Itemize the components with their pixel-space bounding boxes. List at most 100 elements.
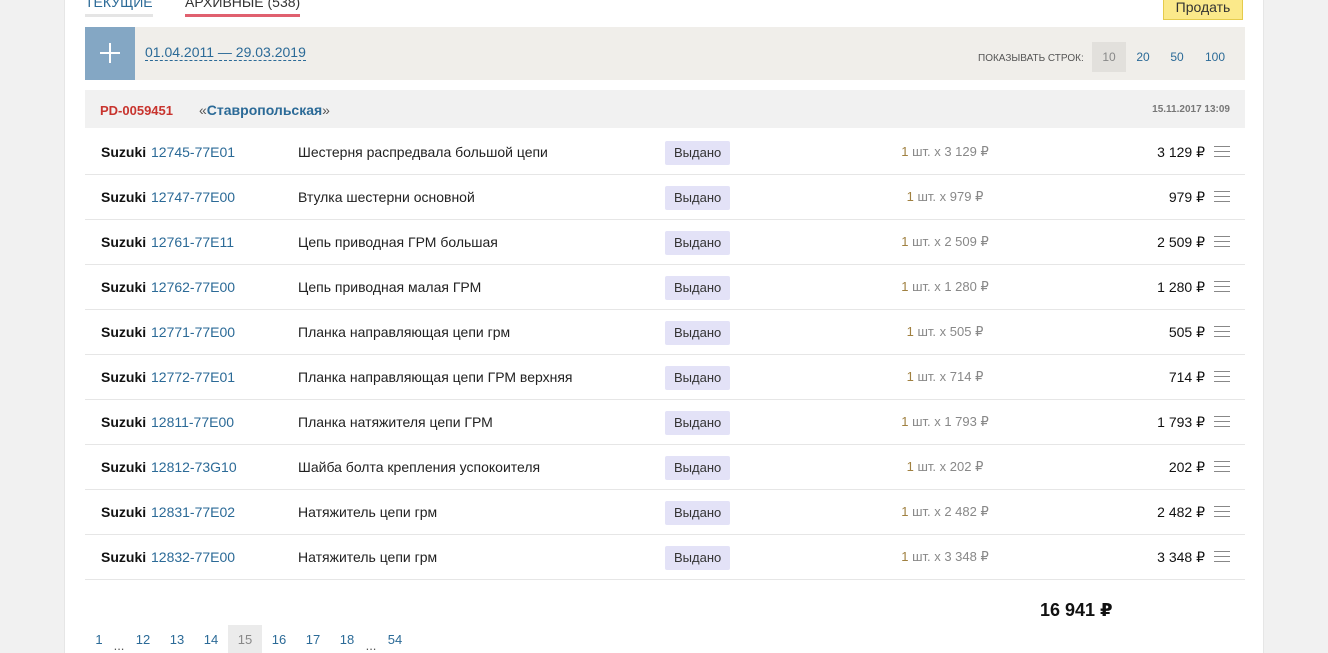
item-brand: Suzuki: [101, 549, 147, 565]
page-16[interactable]: 16: [262, 625, 296, 653]
item-brand: Suzuki: [101, 414, 147, 430]
item-brand: Suzuki: [101, 504, 147, 520]
menu-lines-icon[interactable]: [1214, 371, 1230, 383]
rows-option-10[interactable]: 10: [1092, 42, 1126, 72]
tab-archive[interactable]: АРХИВНЫЕ (538): [185, 0, 301, 17]
item-name: Натяжитель цепи грм: [298, 504, 438, 520]
page-17[interactable]: 17: [296, 625, 330, 653]
item-part-code-link[interactable]: 12747-77E00: [151, 189, 235, 205]
item-name: Втулка шестерни основной: [298, 189, 475, 205]
status-badge: Выдано: [665, 141, 731, 165]
filter-bar: 01.04.2011 — 29.03.2019 ПОКАЗЫВАТЬ СТРОК…: [85, 27, 1245, 80]
item-qty-unit-price: шт. x 714 ₽: [913, 369, 984, 384]
item-price: 1 280 ₽: [1157, 279, 1205, 295]
item-brand: Suzuki: [101, 144, 147, 160]
item-quantity: 1 шт. x 1 793 ₽: [845, 414, 1045, 430]
item-part-code-link[interactable]: 12772-77E01: [151, 369, 235, 385]
item-name: Шайба болта крепления успокоителя: [298, 459, 541, 475]
status-badge: Выдано: [665, 546, 731, 570]
item-name: Шестерня распредвала большой цепи: [298, 144, 548, 160]
store-quote-open: «: [199, 102, 207, 118]
item-price: 3 348 ₽: [1157, 549, 1205, 565]
menu-lines-icon[interactable]: [1214, 551, 1230, 563]
rows-option-100[interactable]: 100: [1197, 42, 1233, 72]
page-14[interactable]: 14: [194, 625, 228, 653]
item-quantity: 1 шт. x 1 280 ₽: [845, 279, 1045, 295]
item-qty-unit-price: шт. x 3 129 ₽: [908, 144, 989, 159]
item-name: Цепь приводная малая ГРМ: [298, 279, 482, 295]
item-part-code-link[interactable]: 12832-77E00: [151, 549, 235, 565]
item-qty-number: 1: [906, 324, 914, 339]
status-badge: Выдано: [665, 321, 731, 345]
item-quantity: 1 шт. x 3 129 ₽: [845, 144, 1045, 160]
order-header: PD-0059451 «Ставропольская» 15.11.2017 1…: [85, 90, 1245, 128]
sell-button[interactable]: Продать: [1163, 0, 1243, 20]
status-badge: Выдано: [665, 501, 731, 525]
menu-lines-icon[interactable]: [1214, 326, 1230, 338]
item-quantity: 1 шт. x 2 482 ₽: [845, 504, 1045, 520]
item-part-code-link[interactable]: 12771-77E00: [151, 324, 235, 340]
item-quantity: 1 шт. x 2 509 ₽: [845, 234, 1045, 250]
rows-option-20[interactable]: 20: [1126, 42, 1160, 72]
order-item-row: Suzuki 12762-77E00 Цепь приводная малая ГР…: [85, 265, 1245, 310]
status-badge: Выдано: [665, 231, 731, 255]
item-brand: Suzuki: [101, 459, 147, 475]
menu-lines-icon[interactable]: [1214, 236, 1230, 248]
item-quantity: 1 шт. x 979 ₽: [845, 189, 1045, 205]
order-id[interactable]: PD-0059451: [100, 103, 173, 118]
page-15[interactable]: 15: [228, 625, 262, 653]
menu-lines-icon[interactable]: [1214, 416, 1230, 428]
item-qty-number: 1: [906, 459, 914, 474]
order-date: 15.11.2017 13:09: [1152, 104, 1230, 115]
item-part-code-link[interactable]: 12812-73G10: [151, 459, 237, 475]
item-quantity: 1 шт. x 3 348 ₽: [845, 549, 1045, 565]
order-item-row: Suzuki 12812-73G10 Шайба болта крепления у…: [85, 445, 1245, 490]
page-13[interactable]: 13: [160, 625, 194, 653]
add-filter-button[interactable]: [85, 27, 135, 80]
menu-lines-icon[interactable]: [1214, 461, 1230, 473]
menu-lines-icon[interactable]: [1214, 281, 1230, 293]
menu-lines-icon[interactable]: [1214, 506, 1230, 518]
item-part-code-link[interactable]: 12761-77E11: [151, 234, 234, 250]
item-qty-unit-price: шт. x 202 ₽: [913, 459, 984, 474]
item-price: 202 ₽: [1168, 459, 1205, 475]
item-qty-unit-price: шт. x 2 509 ₽: [908, 234, 989, 249]
menu-lines-icon[interactable]: [1214, 146, 1230, 158]
store-quote-close: »: [322, 102, 330, 118]
store-name[interactable]: Ставропольская: [207, 102, 322, 118]
item-qty-unit-price: шт. x 505 ₽: [913, 324, 984, 339]
item-name: Планка направляющая цепи грм: [298, 324, 511, 340]
item-price: 2 509 ₽: [1157, 234, 1205, 250]
item-qty-number: 1: [906, 189, 914, 204]
order-store: «Ставропольская»: [199, 102, 330, 118]
item-part-code-link[interactable]: 12811-77E00: [151, 414, 234, 430]
item-brand: Suzuki: [101, 234, 147, 250]
item-part-code-link[interactable]: 12762-77E00: [151, 279, 235, 295]
page-54[interactable]: 54: [378, 625, 412, 653]
item-qty-unit-price: шт. x 1 280 ₽: [908, 279, 989, 294]
item-qty-unit-price: шт. x 2 482 ₽: [908, 504, 989, 519]
item-price: 1 793 ₽: [1157, 414, 1205, 430]
item-qty-unit-price: шт. x 3 348 ₽: [908, 549, 989, 564]
item-quantity: 1 шт. x 714 ₽: [845, 369, 1045, 385]
item-part-code-link[interactable]: 12745-77E01: [151, 144, 235, 160]
status-badge: Выдано: [665, 186, 731, 210]
menu-lines-icon[interactable]: [1214, 191, 1230, 203]
item-price: 979 ₽: [1168, 189, 1205, 205]
rows-option-50[interactable]: 50: [1160, 42, 1194, 72]
page-12[interactable]: 12: [126, 625, 160, 653]
order-total: 16 941 ₽: [1040, 600, 1113, 620]
order-item-row: Suzuki 12771-77E00 Планка направляющая цеп…: [85, 310, 1245, 355]
status-badge: Выдано: [665, 276, 731, 300]
item-brand: Suzuki: [101, 189, 147, 205]
status-badge: Выдано: [665, 456, 731, 480]
item-quantity: 1 шт. x 505 ₽: [845, 324, 1045, 340]
item-part-code-link[interactable]: 12831-77E02: [151, 504, 235, 520]
item-qty-number: 1: [906, 369, 914, 384]
item-price: 3 129 ₽: [1157, 144, 1205, 160]
tab-current[interactable]: ТЕКУЩИЕ: [85, 0, 153, 17]
date-range-picker[interactable]: 01.04.2011 — 29.03.2019: [145, 44, 306, 61]
item-brand: Suzuki: [101, 324, 147, 340]
status-badge: Выдано: [665, 411, 731, 435]
order-item-row: Suzuki 12747-77E00 Втулка шестерни основно…: [85, 175, 1245, 220]
